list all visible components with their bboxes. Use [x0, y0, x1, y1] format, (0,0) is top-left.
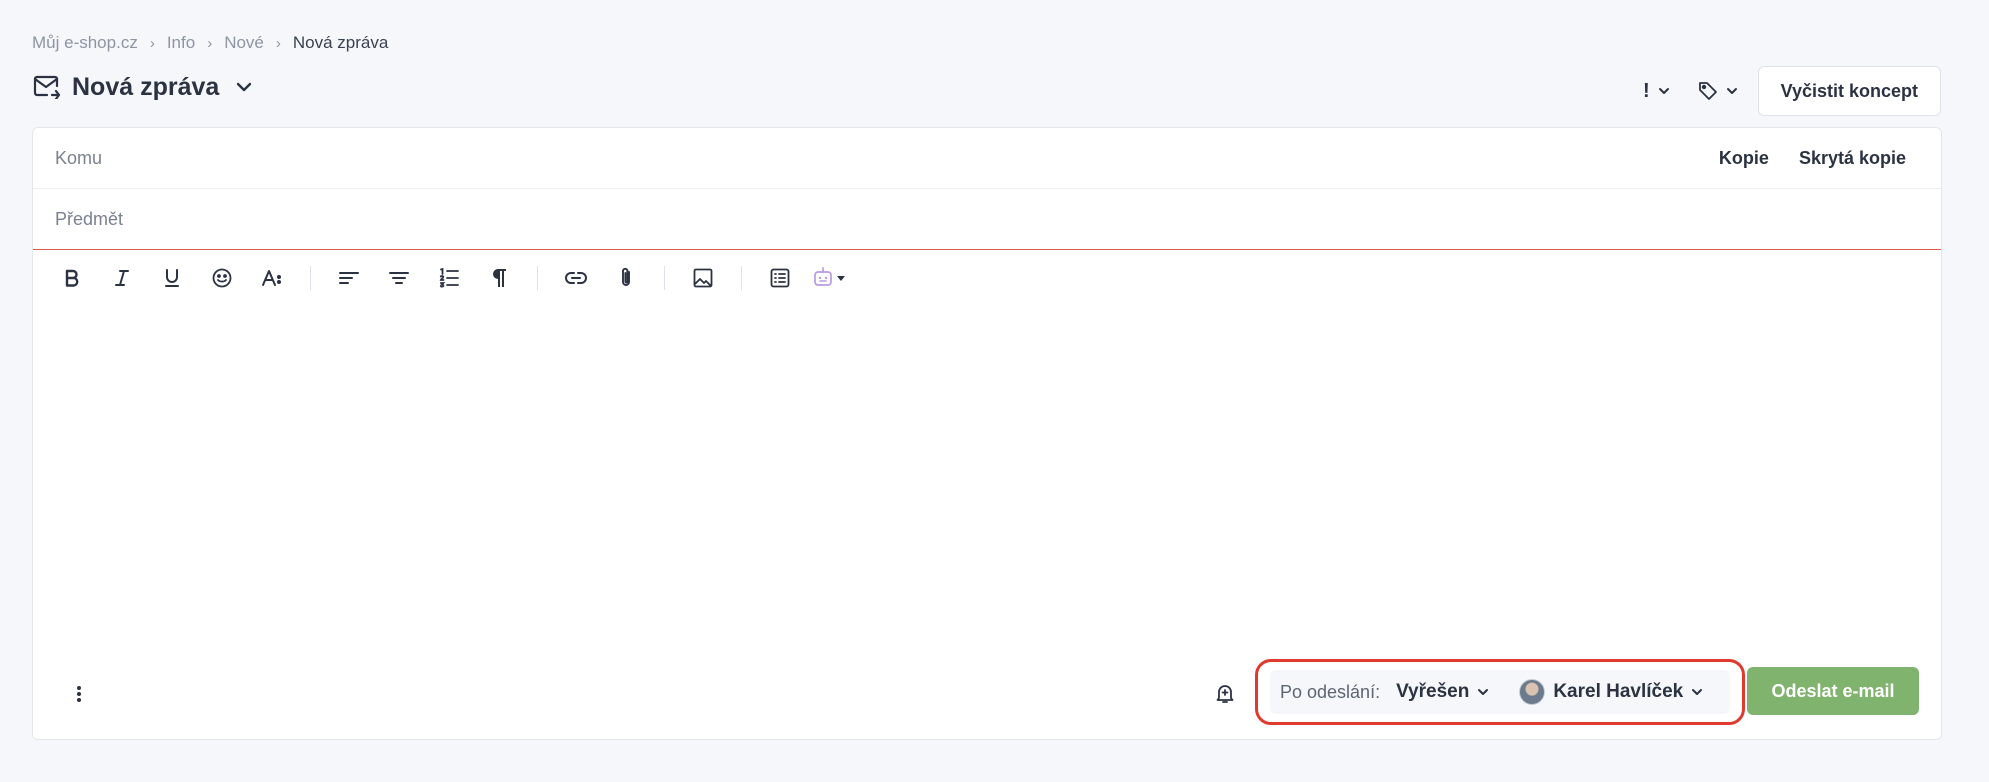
status-dropdown[interactable]: Vyřešen	[1396, 681, 1489, 703]
toolbar-divider	[310, 266, 311, 290]
after-send-label: Po odeslání:	[1280, 681, 1381, 702]
page-title: Nová zpráva	[72, 72, 220, 101]
template-icon[interactable]	[755, 258, 805, 298]
breadcrumb-item-info[interactable]: Info	[167, 33, 195, 53]
to-field[interactable]	[55, 147, 1719, 169]
priority-dropdown[interactable]: !	[1629, 66, 1684, 116]
subject-row	[33, 189, 1941, 250]
priority-icon: !	[1642, 79, 1650, 102]
breadcrumb-current: Nová zpráva	[292, 33, 389, 52]
editor-toolbar	[47, 258, 855, 298]
underline-icon[interactable]	[147, 258, 197, 298]
chevron-down-icon	[1478, 689, 1489, 695]
toolbar-divider	[537, 266, 538, 290]
image-icon[interactable]	[678, 258, 728, 298]
italic-icon[interactable]	[97, 258, 147, 298]
toolbar-divider	[741, 266, 742, 290]
bcc-button[interactable]: Skrytá kopie	[1799, 148, 1906, 169]
font-size-icon[interactable]	[247, 258, 297, 298]
chevron-down-icon	[1726, 88, 1737, 94]
bold-icon[interactable]	[47, 258, 97, 298]
ordered-list-icon[interactable]	[424, 258, 474, 298]
assignee-name: Karel Havlíček	[1553, 681, 1684, 702]
assignee-dropdown[interactable]: Karel Havlíček	[1519, 679, 1703, 705]
align-left-icon[interactable]	[324, 258, 374, 298]
cc-button[interactable]: Kopie	[1719, 148, 1769, 169]
chevron-down-icon[interactable]	[233, 76, 255, 98]
mail-compose-icon	[32, 72, 62, 102]
subject-field[interactable]	[55, 208, 1919, 230]
breadcrumb-separator: ›	[149, 34, 155, 52]
avatar	[1519, 679, 1546, 705]
compose-card: Kopie Skrytá kopie	[32, 127, 1942, 740]
ai-assistant-icon[interactable]	[805, 258, 855, 298]
copy-links: Kopie Skrytá kopie	[1719, 148, 1906, 169]
chevron-down-icon	[1692, 689, 1703, 695]
breadcrumb-item-nove[interactable]: Nové	[224, 33, 264, 53]
align-center-icon[interactable]	[374, 258, 424, 298]
emoji-icon[interactable]	[197, 258, 247, 298]
breadcrumb-item-eshop[interactable]: Můj e-shop.cz	[32, 33, 138, 53]
link-icon[interactable]	[551, 258, 601, 298]
attachment-icon[interactable]	[601, 258, 651, 298]
after-send-highlight: Po odeslání: Vyřešen Karel Havlíček	[1255, 659, 1745, 725]
header-actions: ! Vyčistit koncept	[1629, 66, 1941, 116]
breadcrumb-separator: ›	[207, 34, 213, 52]
send-email-button[interactable]: Odeslat e-mail	[1747, 667, 1919, 715]
more-options-icon[interactable]	[67, 676, 91, 712]
toolbar-divider	[664, 266, 665, 290]
breadcrumb: Můj e-shop.cz › Info › Nové › Nová zpráv…	[32, 33, 388, 53]
status-value: Vyřešen	[1396, 681, 1470, 702]
tag-icon	[1698, 82, 1717, 100]
after-send-panel: Po odeslání: Vyřešen Karel Havlíček	[1270, 670, 1730, 714]
paragraph-icon[interactable]	[474, 258, 524, 298]
chevron-down-icon	[1658, 88, 1669, 94]
compose-footer: Po odeslání: Vyřešen Karel Havlíček Odes…	[33, 659, 1941, 741]
message-type-selector[interactable]: Nová zpráva	[32, 72, 255, 102]
reminder-bell-icon[interactable]	[1213, 676, 1237, 712]
clear-draft-button[interactable]: Vyčistit koncept	[1757, 66, 1941, 116]
to-row: Kopie Skrytá kopie	[33, 128, 1941, 189]
tags-dropdown[interactable]	[1684, 66, 1752, 116]
breadcrumb-separator: ›	[275, 34, 281, 52]
